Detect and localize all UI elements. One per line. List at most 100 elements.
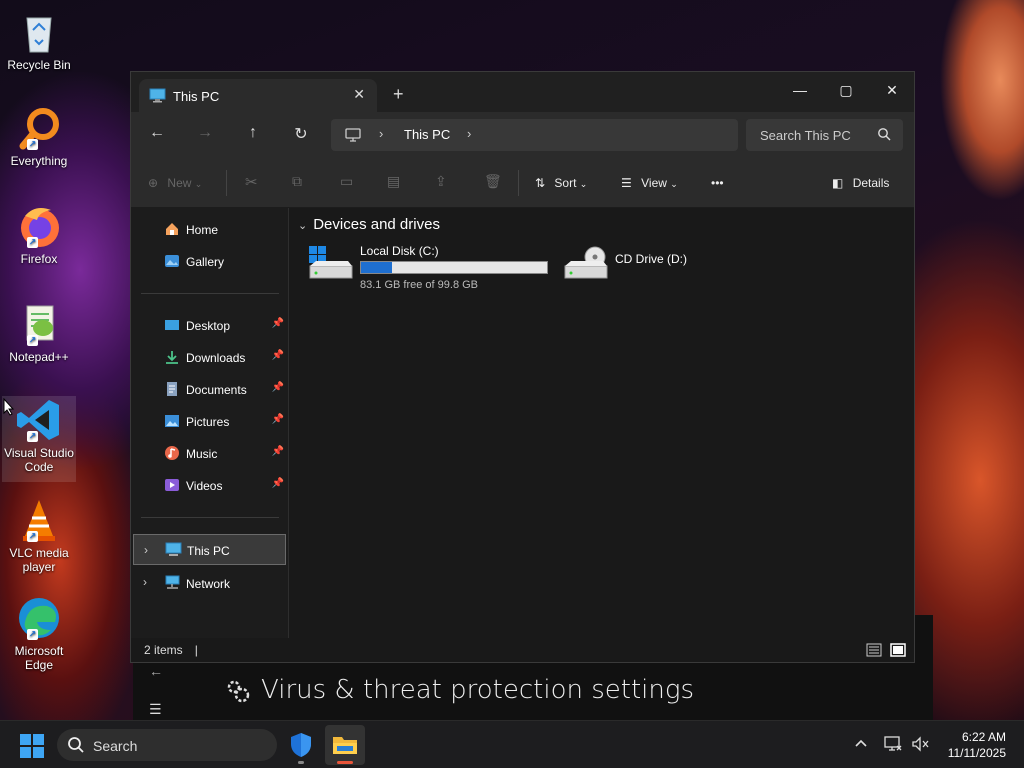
sidebar-item-music[interactable]: Music 📌 [133, 440, 286, 466]
close-tab-icon[interactable]: ✕ [353, 86, 365, 103]
tab-this-pc[interactable]: This PC ✕ [139, 79, 377, 112]
pin-icon[interactable]: 📌 [272, 318, 284, 329]
taskbar: Search 6:22 AM 11/11/2025 [0, 720, 1024, 768]
sidebar-item-this-pc[interactable]: › This PC [133, 534, 286, 565]
desktop-icon-label: Notepad++ [9, 350, 69, 364]
sidebar-item-videos[interactable]: Videos 📌 [133, 472, 286, 498]
group-title: Devices and drives [313, 216, 440, 233]
sidebar-item-home[interactable]: Home [133, 216, 286, 242]
status-bar: 2 items | [131, 638, 914, 662]
chevron-right-icon[interactable]: › [143, 575, 147, 589]
back-arrow-icon[interactable]: ← [149, 663, 163, 679]
windows-logo-icon [20, 734, 44, 758]
share-icon[interactable]: ⇪ [435, 173, 447, 190]
sidebar-item-desktop[interactable]: Desktop 📌 [133, 312, 286, 338]
new-tab-button[interactable]: + [393, 84, 404, 105]
active-indicator [337, 761, 353, 764]
group-header[interactable]: ⌄ Devices and drives [298, 216, 440, 233]
desktop-icon-recycle-bin[interactable]: Recycle Bin [2, 8, 76, 72]
refresh-button[interactable]: ↻ [288, 124, 314, 146]
desktop-icon-firefox[interactable]: ↗ Firefox [2, 202, 76, 266]
sidebar-item-downloads[interactable]: Downloads 📌 [133, 344, 286, 370]
sidebar-item-label: Music [186, 447, 218, 461]
file-explorer-window[interactable]: This PC ✕ + — ▢ ✕ ← → ↑ ↻ › This PC › Se… [130, 71, 915, 663]
up-button[interactable]: ↑ [240, 124, 266, 146]
address-bar[interactable]: › This PC › [331, 119, 738, 151]
divider [226, 170, 227, 196]
video-icon [164, 477, 181, 493]
close-window-button[interactable]: ✕ [869, 76, 915, 104]
rename-icon[interactable]: ▤ [387, 173, 400, 190]
system-clock[interactable]: 6:22 AM 11/11/2025 [948, 729, 1006, 761]
volume-muted-icon[interactable] [911, 736, 929, 755]
vlc-icon: ↗ [15, 496, 63, 544]
taskbar-app-file-explorer[interactable] [325, 725, 365, 765]
shortcut-arrow-icon: ↗ [27, 335, 38, 346]
shield-icon [291, 733, 311, 757]
more-options-icon[interactable]: ••• [711, 176, 724, 190]
drive-usage-bar [360, 261, 548, 274]
tiles-view-icon[interactable] [890, 643, 906, 660]
search-box[interactable]: Search This PC [746, 119, 903, 151]
delete-icon[interactable]: 🗑 [484, 173, 502, 190]
drive-local-disk-c[interactable]: Local Disk (C:) 83.1 GB free of 99.8 GB [308, 244, 558, 294]
shortcut-arrow-icon: ↗ [27, 431, 38, 442]
sort-button[interactable]: ⇅ Sort ⌄ [535, 176, 587, 190]
search-input[interactable]: Search This PC [760, 128, 851, 143]
drive-name: CD Drive (D:) [615, 252, 687, 266]
pin-icon[interactable]: 📌 [272, 478, 284, 489]
show-hidden-icons-button[interactable] [854, 735, 868, 751]
maximize-button[interactable]: ▢ [823, 76, 869, 104]
breadcrumb-chevron-icon[interactable]: › [379, 126, 383, 141]
cut-icon[interactable]: ✂ [245, 173, 258, 191]
navigation-pane: Home Gallery Desktop 📌 Downloads 📌 Docum… [131, 208, 289, 638]
search-icon [67, 736, 85, 757]
recycle-bin-icon [15, 8, 63, 56]
title-bar[interactable]: This PC ✕ + — ▢ ✕ [131, 72, 914, 112]
pin-icon[interactable]: 📌 [272, 446, 284, 457]
taskbar-search-box[interactable]: Search [57, 729, 277, 761]
pin-icon[interactable]: 📌 [272, 414, 284, 425]
start-button[interactable] [20, 734, 44, 761]
view-label: View [641, 176, 667, 190]
back-button[interactable]: ← [144, 124, 170, 146]
sidebar-item-pictures[interactable]: Pictures 📌 [133, 408, 286, 434]
forward-button[interactable]: → [192, 124, 218, 146]
view-button[interactable]: ☰ View ⌄ [621, 176, 678, 190]
pin-icon[interactable]: 📌 [272, 382, 284, 393]
firefox-icon: ↗ [15, 202, 63, 250]
divider [141, 517, 279, 518]
chevron-right-icon[interactable]: › [144, 543, 148, 557]
details-button[interactable]: ◧ Details [832, 176, 889, 190]
sidebar-item-network[interactable]: › Network [133, 570, 286, 596]
breadcrumb-this-pc[interactable]: This PC [404, 127, 450, 142]
paste-icon[interactable]: ▭ [340, 173, 353, 190]
minimize-button[interactable]: — [777, 76, 823, 104]
taskbar-search-input[interactable]: Search [93, 738, 137, 754]
pin-icon[interactable]: 📌 [272, 350, 284, 361]
chevron-down-icon: ⌄ [579, 179, 588, 189]
drive-name: Local Disk (C:) [360, 244, 439, 258]
network-status-icon[interactable] [884, 736, 902, 755]
details-view-icon[interactable] [866, 643, 882, 660]
chevron-down-icon: ⌄ [194, 179, 203, 189]
gear-icon [225, 678, 251, 707]
shortcut-arrow-icon: ↗ [27, 237, 38, 248]
menu-icon[interactable]: ☰ [149, 701, 162, 718]
desktop-icon-everything[interactable]: ↗ Everything [2, 104, 76, 168]
clock-date: 11/11/2025 [947, 746, 1006, 760]
desktop-icon-notepadpp[interactable]: ↗ Notepad++ [2, 300, 76, 364]
desktop-icon-edge[interactable]: ↗ Microsoft Edge [2, 594, 76, 672]
sidebar-item-label: This PC [187, 544, 230, 558]
sidebar-item-gallery[interactable]: Gallery [133, 248, 286, 274]
desktop-icon-vlc[interactable]: ↗ VLC media player [2, 496, 76, 574]
new-button[interactable]: ⊕ New ⌄ [148, 176, 202, 190]
copy-icon[interactable]: ⧉ [292, 173, 302, 190]
sidebar-item-label: Videos [186, 479, 223, 493]
breadcrumb-chevron-icon[interactable]: › [467, 126, 471, 141]
taskbar-app-windows-security[interactable] [281, 725, 321, 765]
monitor-icon [165, 542, 182, 558]
drive-cd-d[interactable]: CD Drive (D:) [563, 244, 743, 294]
sidebar-item-label: Gallery [186, 255, 225, 269]
sidebar-item-documents[interactable]: Documents 📌 [133, 376, 286, 402]
